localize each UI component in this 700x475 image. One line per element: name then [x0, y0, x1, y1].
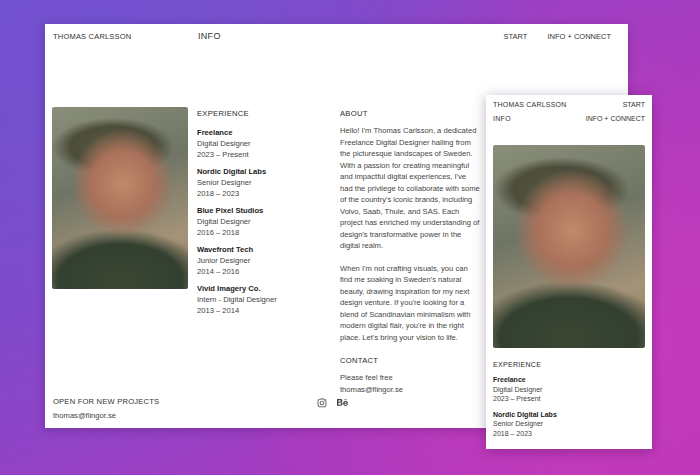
role: Junior Designer: [197, 255, 331, 266]
years: 2018 – 2023: [493, 429, 645, 439]
page-title: INFO: [198, 31, 504, 41]
company: Wavefront Tech: [197, 244, 331, 255]
nav: START INFO + CONNECT: [504, 32, 611, 41]
instagram-icon[interactable]: [317, 398, 327, 408]
role: Intern - Digital Designer: [197, 294, 331, 305]
nav-link[interactable]: START: [504, 32, 528, 41]
nav-link[interactable]: INFO + CONNECT: [586, 115, 645, 122]
availability: OPEN FOR NEW PROJECTS: [53, 397, 317, 406]
behance-link[interactable]: [337, 397, 348, 408]
instagram-link[interactable]: [317, 398, 327, 408]
behance-icon[interactable]: [337, 397, 348, 408]
company: Freelance: [197, 127, 331, 138]
experience-list: FreelanceDigital Designer2023 – PresentN…: [197, 127, 331, 316]
experience-section: EXPERIENCE FreelanceDigital Designer2023 …: [493, 361, 645, 438]
desktop-header: THOMAS CARLSSONINFOSTART INFO + CONNECT: [52, 31, 611, 41]
years: 2016 – 2018: [197, 227, 331, 238]
years: 2014 – 2016: [197, 266, 331, 277]
mobile-header-row: INFO INFO + CONNECT: [493, 115, 645, 122]
years: 2023 – Present: [493, 394, 645, 404]
experience-item: FreelanceDigital Designer2023 – Present: [197, 127, 331, 160]
experience-item: Vivid Imagery Co.Intern - Digital Design…: [197, 283, 331, 316]
years: 2023 – Present: [197, 149, 331, 160]
about-paragraph: Hello! I'm Thomas Carlsson, a dedicated …: [340, 125, 480, 252]
section-heading: EXPERIENCE: [197, 109, 331, 118]
company: Vivid Imagery Co.: [197, 283, 331, 294]
nav-link[interactable]: INFO + CONNECT: [547, 32, 611, 41]
role: Senior Designer: [197, 177, 331, 188]
nav-link[interactable]: START: [623, 101, 645, 108]
mobile-page: THOMAS CARLSSON START INFO INFO + CONNECT EX…: [486, 95, 652, 449]
site-name[interactable]: THOMAS CARLSSON: [493, 101, 566, 108]
site-name[interactable]: THOMAS CARLSSON: [53, 32, 198, 41]
experience-section: EXPERIENCEFreelanceDigital Designer2023 …: [197, 107, 331, 316]
years: 2013 – 2014: [197, 305, 331, 316]
footer-email[interactable]: thomas@flingor.se: [53, 411, 317, 420]
experience-list: FreelanceDigital Designer2023 – Present N…: [493, 375, 645, 438]
role: Senior Designer: [493, 419, 645, 429]
role: Digital Designer: [493, 385, 645, 395]
contact-line: Please feel free: [340, 372, 480, 384]
mobile-header-row: THOMAS CARLSSON START: [493, 101, 645, 108]
experience-item: Nordic Digital LabsSenior Designer2018 –…: [493, 410, 645, 439]
about-paragraph: When I'm not crafting visuals, you can f…: [340, 263, 480, 344]
portrait-photo: [52, 107, 188, 289]
portrait-photo: [493, 145, 645, 348]
contact-line: thomas@flingor.se: [340, 384, 480, 396]
experience-item: Nordic Digital LabsSenior Designer2018 –…: [197, 166, 331, 199]
footer-info: OPEN FOR NEW PROJECTS thomas@flingor.se: [53, 397, 317, 420]
experience-item: Blue Pixel StudiosDigital Designer2016 –…: [197, 205, 331, 238]
background: THOMAS CARLSSONINFOSTARTINFO + CONNECTEX…: [0, 0, 700, 475]
company: Nordic Digital Labs: [493, 410, 645, 420]
about-section: ABOUT Hello! I'm Thomas Carlsson, a dedic…: [340, 107, 480, 395]
years: 2018 – 2023: [197, 188, 331, 199]
company: Freelance: [493, 375, 645, 385]
experience-item: Wavefront TechJunior Designer2014 – 2016: [197, 244, 331, 277]
section-heading: ABOUT: [340, 109, 480, 118]
company: Blue Pixel Studios: [197, 205, 331, 216]
section-heading: EXPERIENCE: [493, 361, 645, 368]
experience-item: FreelanceDigital Designer2023 – Present: [493, 375, 645, 404]
social-links: [317, 397, 348, 408]
section-heading: CONTACT: [340, 356, 480, 365]
company: Nordic Digital Labs: [197, 166, 331, 177]
page-title: INFO: [493, 115, 511, 122]
role: Digital Designer: [197, 138, 331, 149]
role: Digital Designer: [197, 216, 331, 227]
